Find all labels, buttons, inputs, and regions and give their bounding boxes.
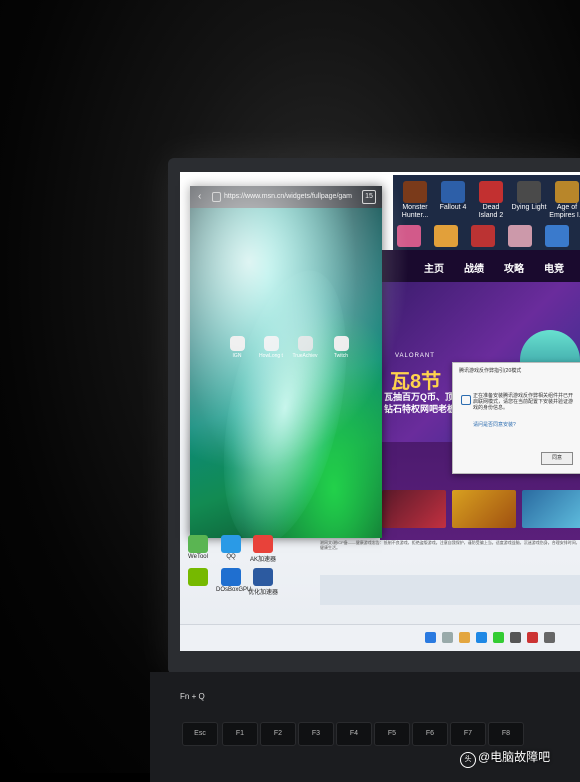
key-f1[interactable]: F1 [222,722,258,746]
key-f5[interactable]: F5 [374,722,410,746]
back-icon[interactable]: ‹ [198,191,201,202]
dialog-title: 腾讯游戏反作弊指引(20模式 [459,368,522,374]
game-icon-dead-island-2[interactable]: Dead Island 2 [473,177,509,220]
site-footer-text: 湘网文/湘ICP备——健康游戏忠告：抵制不良游戏，拒绝盗版游戏。注意自我保护，谨… [320,540,580,550]
key-f8[interactable]: F8 [488,722,524,746]
fn-q-indicator: Fn + Q [180,692,205,701]
search-icon[interactable] [442,632,453,643]
promo-thumb-3[interactable] [522,490,580,528]
footer-preview [320,575,580,605]
promo-thumbnails [380,490,580,530]
key-esc[interactable]: Esc [182,722,218,746]
browser-overlay-window: ‹ https://www.msn.cn/widgets/fullpage/ga… [190,186,382,557]
key-f3[interactable]: F3 [298,722,334,746]
shield-icon [461,395,471,405]
desktop-icon-dosbox[interactable]: DOsBoxGPU [216,568,251,593]
wechat-icon[interactable] [493,632,504,643]
promo-thumb-1[interactable] [382,490,446,528]
key-f4[interactable]: F4 [336,722,372,746]
dialog-body: 正在准备安装腾讯游戏反作弊相关组件并已开启联网模式，请您在当前配置下安装并验证游… [473,393,574,411]
game-icon-dying-light[interactable]: Dying Light [511,177,547,212]
wallpaper: IGN HowLong t TrueAchiev Twitch [190,208,382,557]
game-icon-age-of-empires[interactable]: Age of Empires I... [549,177,580,220]
desktop-icon-wetool[interactable]: WeTool [183,535,213,560]
event-subtitle-2: 钻石特权网吧老板 [384,404,457,414]
app-trueachievements[interactable]: TrueAchiev [290,336,320,359]
key-f2[interactable]: F2 [260,722,296,746]
app-ign[interactable]: IGN [222,336,252,359]
dialog-question: 请问是否同意安装? [473,422,516,428]
game-icons-row-2 [397,225,580,251]
steam-icon[interactable] [510,632,521,643]
anticheat-dialog: 腾讯游戏反作弊指引(20模式 正在准备安装腾讯游戏反作弊相关组件并已开启联网模式… [452,362,580,474]
site-nav: 主页 战绩 攻略 电竞 [380,250,580,282]
promo-thumb-2[interactable] [452,490,516,528]
key-f7[interactable]: F7 [450,722,486,746]
start-icon[interactable] [425,632,436,643]
valorant-logo-text: VALORANT [395,353,435,359]
folder-icon[interactable] [459,632,470,643]
wallpaper-wave [202,259,368,557]
desktop-icon-ak[interactable]: AK加速器 [248,535,278,563]
nav-guides[interactable]: 攻略 [504,260,524,275]
watermark: 头 @电脑故障吧 [460,748,550,768]
lock-icon [212,192,221,202]
game-icon-monster-hunter[interactable]: Monster Hunter... [397,177,433,220]
desktop-icon-optimizer[interactable]: 优化加速器 [248,568,278,596]
desktop-icon-nvidia[interactable] [183,568,213,587]
key-f6[interactable]: F6 [412,722,448,746]
nav-records[interactable]: 战绩 [464,260,484,275]
taskbar [180,624,580,651]
nav-esports[interactable]: 电竞 [544,260,564,275]
game-icon-fallout-4[interactable]: Fallout 4 [435,177,471,212]
game-shortcuts-strip: Monster Hunter... Fallout 4 Dead Island … [393,175,580,255]
url-field[interactable]: https://www.msn.cn/widgets/fullpage/gam [224,193,352,200]
edge-icon[interactable] [476,632,487,643]
app-icon[interactable] [527,632,538,643]
app-twitch[interactable]: Twitch [326,336,356,359]
app-howlong[interactable]: HowLong t [256,336,286,359]
nav-home[interactable]: 主页 [424,260,444,275]
address-bar: ‹ https://www.msn.cn/widgets/fullpage/ga… [190,186,382,208]
toutiao-logo-icon: 头 [460,752,476,768]
agree-button[interactable]: 同意 [541,452,573,465]
tab-count-button[interactable]: 15 [362,190,376,204]
settings-icon[interactable] [544,632,555,643]
desktop-icon-qq[interactable]: QQ [216,535,246,560]
